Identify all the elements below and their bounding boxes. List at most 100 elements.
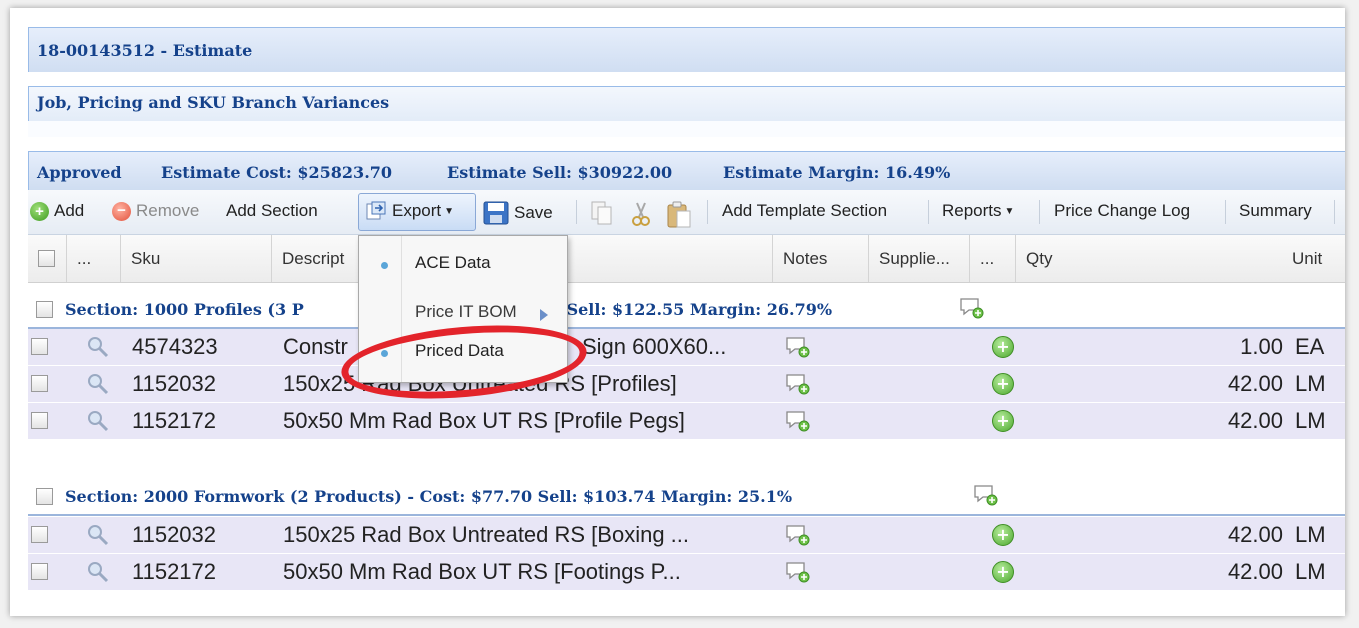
section-checkbox[interactable] bbox=[36, 301, 53, 318]
toolbar-separator bbox=[707, 200, 708, 224]
plus-circle-icon[interactable]: + bbox=[992, 373, 1014, 395]
menu-item-ace-data[interactable]: ACE Data bbox=[415, 253, 491, 273]
copy-button[interactable] bbox=[591, 201, 613, 225]
column-more-2-label: ... bbox=[980, 249, 995, 268]
magnifier-icon[interactable] bbox=[86, 560, 110, 584]
reports-label: Reports bbox=[942, 201, 1002, 220]
column-supplier-label: Supplie... bbox=[879, 249, 950, 268]
plus-circle-icon[interactable]: + bbox=[992, 561, 1014, 583]
magnifier-icon[interactable] bbox=[86, 372, 110, 396]
chevron-down-icon: ▼ bbox=[444, 205, 455, 217]
panel-title-bar: 18-00143512 - Estimate bbox=[28, 27, 1345, 72]
table-row[interactable]: 1152032 150x25 Rad Box Untreated RS [Pro… bbox=[28, 366, 1345, 403]
add-note-icon[interactable] bbox=[785, 335, 811, 359]
reports-button[interactable]: Reports ▼ bbox=[942, 201, 1014, 221]
add-template-section-button[interactable]: Add Template Section bbox=[722, 201, 887, 221]
add-label: Add bbox=[54, 201, 85, 220]
row-checkbox[interactable] bbox=[31, 338, 48, 355]
column-unit[interactable]: Unit bbox=[1282, 235, 1345, 282]
add-note-icon[interactable] bbox=[785, 560, 811, 584]
row-sku: 1152032 bbox=[132, 371, 217, 396]
app-window: 18-00143512 - Estimate Job, Pricing and … bbox=[10, 8, 1345, 616]
sub-panel-header[interactable]: Job, Pricing and SKU Branch Variances bbox=[28, 86, 1345, 122]
estimate-sell: Estimate Sell: $30922.00 bbox=[447, 163, 673, 182]
add-note-icon[interactable] bbox=[785, 523, 811, 547]
column-supplier[interactable]: Supplie... bbox=[869, 235, 970, 282]
add-button[interactable]: + Add bbox=[30, 201, 84, 221]
column-more-1[interactable]: ... bbox=[67, 235, 121, 282]
column-description-label: Descript bbox=[282, 249, 345, 268]
paste-button[interactable] bbox=[666, 201, 692, 229]
add-note-icon[interactable] bbox=[785, 409, 811, 433]
magnifier-icon[interactable] bbox=[86, 409, 110, 433]
export-label: Export bbox=[392, 201, 442, 220]
add-circle-icon: + bbox=[30, 201, 49, 221]
summary-label: Summary bbox=[1239, 201, 1312, 220]
grid-header: ... Sku Descript Notes Supplie... ... Qt… bbox=[28, 235, 1345, 283]
row-qty: 42.00 bbox=[1227, 371, 1283, 396]
row-qty: 42.00 bbox=[1227, 559, 1283, 584]
plus-circle-icon[interactable]: + bbox=[992, 336, 1014, 358]
row-unit: LM bbox=[1295, 559, 1326, 584]
column-more-2[interactable]: ... bbox=[970, 235, 1016, 282]
table-row[interactable]: 1152172 50x50 Mm Rad Box UT RS [Footings… bbox=[28, 554, 1345, 591]
toolbar-separator bbox=[1334, 200, 1335, 224]
save-button[interactable]: Save bbox=[483, 201, 553, 225]
menu-item-price-it-bom[interactable]: Price IT BOM bbox=[415, 302, 517, 322]
price-change-log-label: Price Change Log bbox=[1054, 201, 1191, 220]
summary-button[interactable]: Summary bbox=[1239, 201, 1312, 221]
row-description: 50x50 Mm Rad Box UT RS [Footings P... bbox=[283, 559, 681, 584]
magnifier-icon[interactable] bbox=[86, 335, 110, 359]
column-notes[interactable]: Notes bbox=[773, 235, 869, 282]
row-qty: 1.00 bbox=[1240, 334, 1283, 359]
section-label-start: Section: 1000 Profiles (3 P bbox=[65, 300, 304, 319]
section-header-2000: Section: 2000 Formwork (2 Products) - Co… bbox=[28, 470, 1345, 516]
column-notes-label: Notes bbox=[783, 249, 828, 268]
column-unit-label: Unit bbox=[1292, 249, 1323, 268]
table-row[interactable]: 1152172 50x50 Mm Rad Box UT RS [Profile … bbox=[28, 403, 1345, 440]
price-change-log-button[interactable]: Price Change Log bbox=[1054, 201, 1190, 221]
column-qty[interactable]: Qty bbox=[1016, 235, 1266, 282]
row-unit: LM bbox=[1295, 522, 1326, 547]
row-sku: 4574323 bbox=[132, 334, 218, 359]
export-button-content[interactable]: Export ▼ bbox=[366, 201, 454, 221]
column-qty-label: Qty bbox=[1026, 249, 1053, 268]
add-section-label: Add Section bbox=[226, 201, 318, 220]
row-checkbox[interactable] bbox=[31, 526, 48, 543]
add-note-icon[interactable] bbox=[973, 483, 999, 507]
section-checkbox[interactable] bbox=[36, 488, 53, 505]
row-checkbox[interactable] bbox=[31, 412, 48, 429]
toolbar-separator bbox=[1225, 200, 1226, 224]
sub-panel-title: Job, Pricing and SKU Branch Variances bbox=[37, 93, 390, 112]
magnifier-icon[interactable] bbox=[86, 523, 110, 547]
save-label: Save bbox=[514, 203, 553, 222]
add-note-icon[interactable] bbox=[785, 372, 811, 396]
row-sku: 1152172 bbox=[132, 559, 217, 584]
add-note-icon[interactable] bbox=[959, 296, 985, 320]
table-row[interactable]: 1152032 150x25 Rad Box Untreated RS [Box… bbox=[28, 517, 1345, 554]
plus-circle-icon[interactable]: + bbox=[992, 524, 1014, 546]
cut-button[interactable] bbox=[630, 201, 652, 227]
sub-panel-body bbox=[28, 121, 1345, 137]
chevron-down-icon: ▼ bbox=[1004, 205, 1015, 217]
section-summary: Section: 2000 Formwork (2 Products) - Co… bbox=[65, 487, 793, 506]
select-all-checkbox[interactable] bbox=[38, 250, 55, 267]
row-checkbox[interactable] bbox=[31, 375, 48, 392]
remove-button[interactable]: − Remove bbox=[112, 201, 199, 221]
column-sku[interactable]: Sku bbox=[121, 235, 272, 282]
remove-label: Remove bbox=[136, 201, 200, 220]
row-unit: LM bbox=[1295, 408, 1326, 433]
row-checkbox[interactable] bbox=[31, 563, 48, 580]
row-description-start: Constr bbox=[283, 334, 348, 359]
row-qty: 42.00 bbox=[1227, 408, 1283, 433]
column-more-1-label: ... bbox=[77, 249, 92, 268]
row-description: 50x50 Mm Rad Box UT RS [Profile Pegs] bbox=[283, 408, 685, 433]
table-row[interactable]: 4574323 Constr Sign 600X60... + 1.00 EA bbox=[28, 329, 1345, 366]
row-unit: EA bbox=[1295, 334, 1325, 359]
floppy-disk-icon bbox=[483, 201, 509, 225]
plus-circle-icon[interactable]: + bbox=[992, 410, 1014, 432]
radio-dot-icon bbox=[381, 262, 388, 269]
estimate-status-bar: Approved Estimate Cost: $25823.70 Estima… bbox=[28, 151, 1345, 191]
add-section-button[interactable]: Add Section bbox=[226, 201, 318, 221]
section-label-end: 72 Sell: $122.55 Margin: 26.79% bbox=[538, 300, 833, 319]
